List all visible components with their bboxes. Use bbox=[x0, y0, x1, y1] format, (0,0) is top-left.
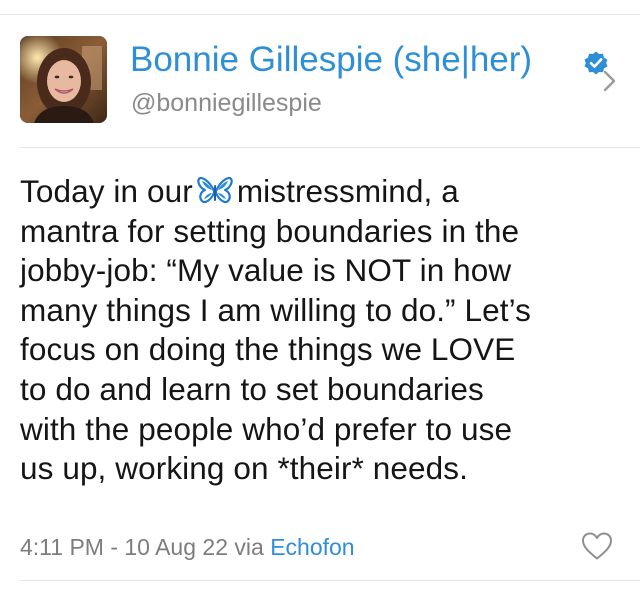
butterfly-emoji bbox=[197, 176, 233, 204]
tweet-line-text: Today in our bbox=[20, 173, 193, 209]
author-display-name[interactable]: Bonnie Gillespie (she|her) bbox=[130, 40, 532, 80]
tweet-line: to do and learn to set boundaries bbox=[20, 370, 484, 407]
tweet-line-text: mistressmind, a bbox=[236, 173, 459, 209]
tweet-line: mantra for setting boundaries in the bbox=[20, 212, 520, 249]
author-handle[interactable]: @bonniegillespie bbox=[131, 88, 322, 118]
via-label: via bbox=[234, 534, 264, 560]
header-divider bbox=[20, 147, 640, 148]
avatar[interactable] bbox=[20, 36, 107, 123]
tweet-line: us up, working on *their* needs. bbox=[20, 450, 468, 487]
tweet-timestamp[interactable]: 4:11 PM - 10 Aug 22 bbox=[20, 534, 228, 560]
bottom-divider bbox=[20, 580, 640, 581]
tweet-line: focus on doing the things we LOVE bbox=[20, 331, 516, 368]
heart-icon[interactable] bbox=[580, 530, 614, 562]
client-link[interactable]: Echofon bbox=[270, 534, 354, 560]
avatar-photo bbox=[20, 36, 107, 123]
tweet-meta: 4:11 PM - 10 Aug 22 via Echofon bbox=[20, 533, 355, 561]
tweet-line: Today in our mistressmind, a bbox=[20, 172, 630, 212]
tweet-line: with the people who’d prefer to use bbox=[20, 410, 513, 447]
tweet-text: Today in our mistressmind, a mantra for … bbox=[20, 172, 630, 489]
tweet-line: many things I am willing to do.” Let’s bbox=[20, 291, 531, 328]
top-divider bbox=[0, 14, 640, 15]
chevron-right-icon[interactable] bbox=[601, 68, 619, 94]
tweet-line: jobby-job: “My value is NOT in how bbox=[20, 252, 512, 289]
